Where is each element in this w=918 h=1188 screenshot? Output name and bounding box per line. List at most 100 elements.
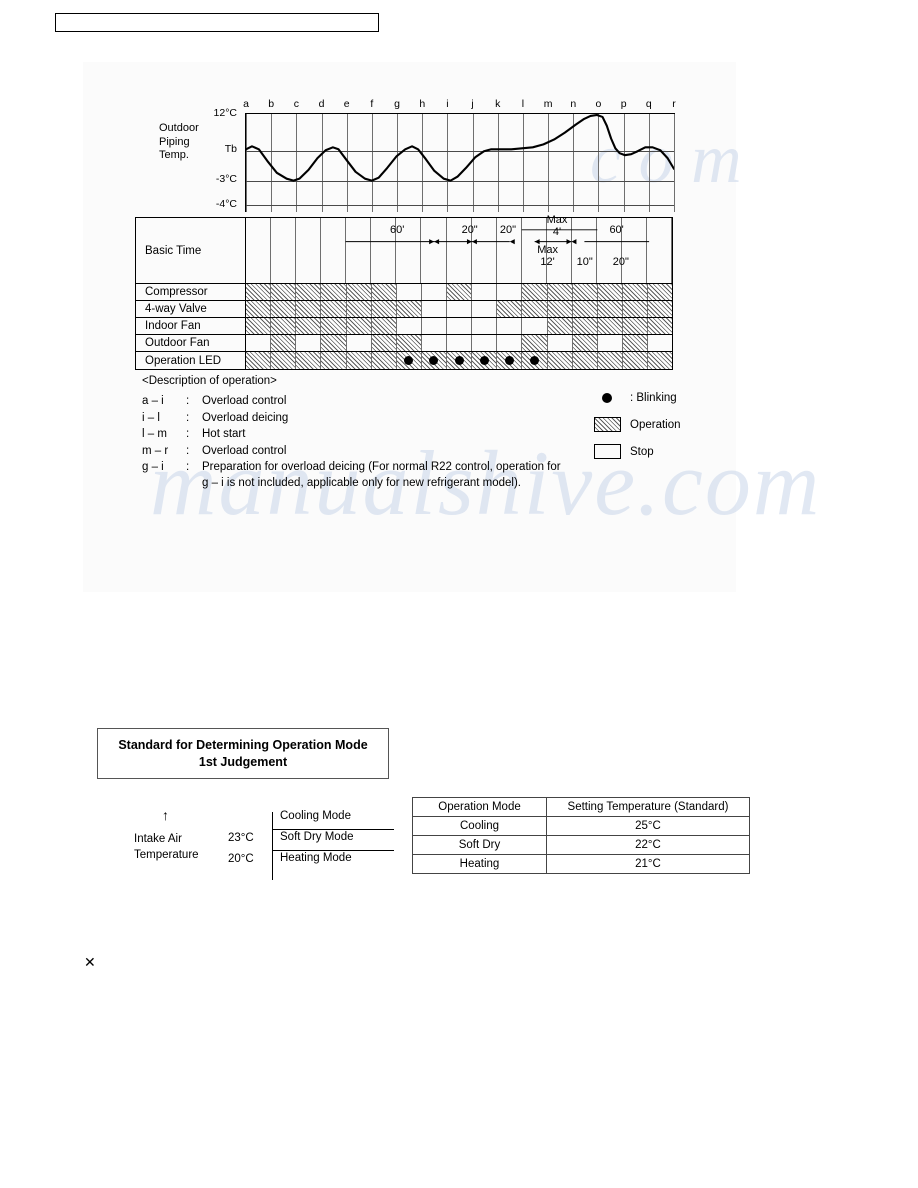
mode-rule-upper (272, 829, 394, 830)
status-cell (497, 301, 523, 317)
status-cell (271, 301, 297, 317)
status-cell (296, 335, 322, 351)
row-label-indoor-fan: Indoor Fan (136, 318, 246, 334)
status-cell (296, 352, 322, 369)
basic-time-cells: 60' 20" 20" Max 4' 60' Max 12' 10" 20" (246, 214, 673, 283)
status-cell (648, 318, 673, 334)
standard-for-determining-operation-mode-box: Standard for Determining Operation Mode … (97, 728, 389, 779)
status-cell (622, 318, 648, 334)
mode-divider-line (272, 812, 273, 880)
description-item-value: Hot start (202, 428, 246, 441)
blinking-led-dot-icon (404, 356, 414, 365)
description-item: l – m: Hot start (142, 426, 562, 442)
mode-label-soft-dry: Soft Dry Mode (280, 831, 354, 843)
y-tick-minus4c: -4°C (215, 198, 237, 210)
operation-status-table: Basic Time 60' 20" 20" Max 4' 60' Max 12… (135, 214, 673, 370)
status-cell (321, 318, 347, 334)
basic-time-cell (371, 218, 397, 283)
cell-setting-temperature: 21°C (546, 854, 750, 874)
status-cell (648, 301, 673, 317)
x-tick-n: n (570, 98, 577, 110)
basic-time-cell (522, 218, 547, 283)
compressor-cells (246, 284, 673, 300)
std-box-line2: 1st Judgement (198, 754, 288, 769)
status-cell (497, 318, 523, 334)
basic-time-cell (472, 218, 497, 283)
status-cell (397, 284, 422, 300)
x-tick-c: c (293, 98, 299, 110)
basic-time-cell (421, 218, 447, 283)
x-tick-r: r (672, 98, 676, 110)
status-cell (321, 335, 347, 351)
operation-mode-setting-temperature-table: Operation Mode Setting Temperature (Stan… (412, 797, 750, 874)
blinking-led-dot-icon (454, 356, 464, 365)
table-row-compressor: Compressor (136, 284, 673, 301)
status-cell (572, 335, 598, 351)
cell-setting-temperature: 25°C (546, 816, 750, 836)
status-cell (547, 301, 573, 317)
status-cell (648, 335, 672, 351)
legend-label-blinking: : Blinking (630, 391, 677, 404)
status-cell (547, 352, 573, 369)
description-item-colon: : (186, 428, 190, 441)
status-cell (246, 284, 272, 300)
basic-time-cell (346, 218, 372, 283)
status-cell (597, 301, 623, 317)
status-cell (598, 335, 623, 351)
threshold-20c: 20°C (228, 853, 254, 865)
std-box-line1: Standard for Determining Operation Mode (118, 737, 368, 752)
status-cell (447, 301, 473, 317)
status-cell (321, 352, 347, 369)
basic-time-cell (497, 218, 522, 283)
row-label-outdoor-fan: Outdoor Fan (136, 335, 246, 351)
status-cell (597, 318, 623, 334)
intake-label-line1: Intake Air (134, 833, 182, 845)
status-cell (396, 301, 422, 317)
bottom-cross-mark-icon: ✕ (84, 954, 96, 970)
basic-time-cell (447, 218, 472, 283)
basic-time-cell (321, 218, 347, 283)
status-cell (397, 318, 422, 334)
status-cell (296, 318, 322, 334)
description-item-colon: : (186, 461, 190, 474)
table-row-operation-led: Operation LED (136, 352, 673, 369)
table-row-basic-time: Basic Time 60' 20" 20" Max 4' 60' Max 12… (136, 214, 673, 284)
status-cell (346, 352, 372, 369)
table-header-row: Operation Mode Setting Temperature (Stan… (412, 797, 750, 817)
status-cell (371, 335, 397, 351)
status-cell (572, 301, 598, 317)
legend-label-stop: Stop (630, 445, 654, 458)
table-row-indoor-fan: Indoor Fan (136, 318, 673, 335)
description-item: i – l: Overload deicing (142, 410, 562, 426)
hatch-swatch-icon (588, 417, 626, 432)
description-item-key: m – r (142, 444, 169, 457)
basic-time-cell (647, 218, 673, 283)
description-item: m – r: Overload control (142, 443, 562, 459)
x-tick-l: l (521, 98, 525, 110)
cell-setting-temperature: 22°C (546, 835, 750, 855)
blinking-led-dot-icon (529, 356, 539, 365)
status-cell (472, 284, 498, 300)
description-item-value: Preparation for overload deicing (For no… (202, 461, 561, 490)
description-item-key: a – i (142, 395, 164, 408)
status-cell (447, 352, 473, 369)
status-cell (522, 352, 548, 369)
table-row-outdoor-fan: Outdoor Fan (136, 335, 672, 352)
x-tick-a: a (243, 98, 249, 110)
legend-item-stop: Stop (588, 438, 718, 465)
mode-label-cooling: Cooling Mode (280, 810, 351, 822)
mode-label-heating: Heating Mode (280, 852, 352, 864)
status-cell (497, 352, 523, 369)
status-cell (296, 284, 322, 300)
status-cell (422, 301, 447, 317)
row-label-4way-valve: 4-way Valve (136, 301, 246, 317)
status-cell (472, 352, 498, 369)
description-item: a – i: Overload control (142, 393, 562, 409)
status-cell (447, 318, 473, 334)
status-cell (622, 284, 648, 300)
basic-time-cell (271, 218, 297, 283)
basic-time-cell (597, 218, 622, 283)
intake-air-temperature-diagram: ↑ Intake Air Temperature 23°C 20°C Cooli… (120, 808, 394, 884)
blinking-led-dot-icon (429, 356, 439, 365)
status-cell (648, 284, 673, 300)
